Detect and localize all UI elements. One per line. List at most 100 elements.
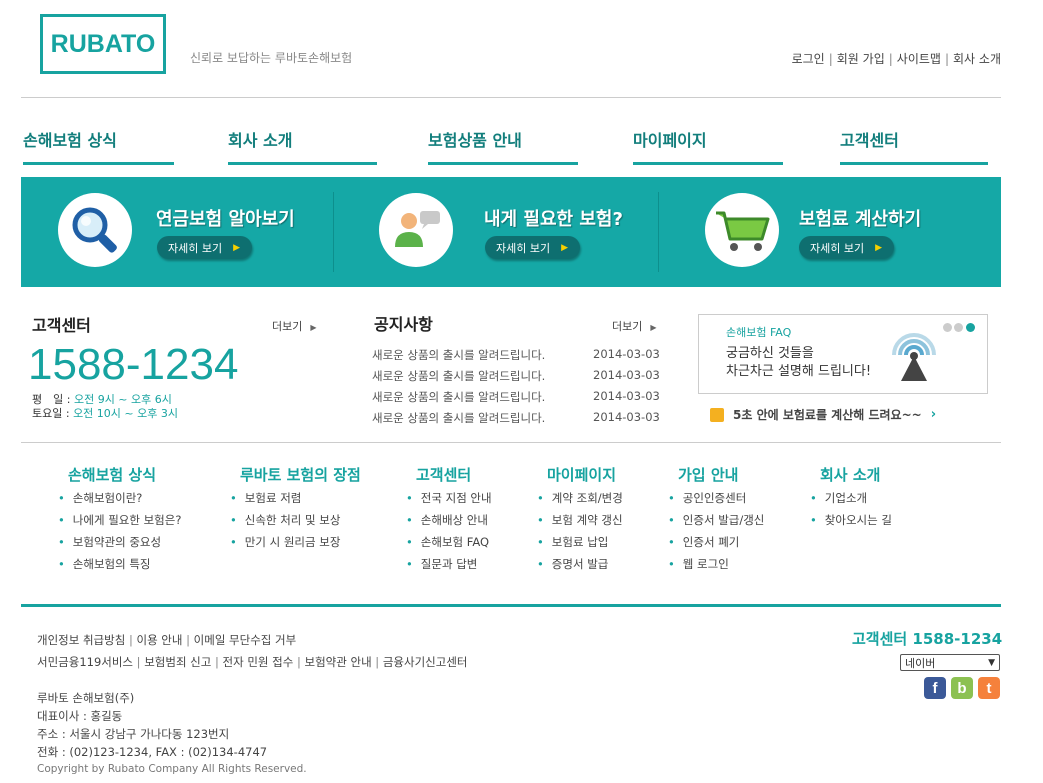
address-info: 주소 : 서울시 강남구 가나다동 123번지 bbox=[37, 727, 230, 741]
privacy-link[interactable]: 개인정보 취급방침 bbox=[37, 633, 125, 647]
notice-title: 공지사항 bbox=[374, 315, 433, 334]
sitemap-link[interactable]: • 손해보험 FAQ bbox=[406, 534, 489, 550]
terms-link[interactable]: 이용 안내 bbox=[136, 633, 182, 647]
sitemap-link[interactable]: • 신속한 처리 및 보상 bbox=[230, 512, 340, 528]
nav-item-mypage[interactable]: 마이페이지 bbox=[633, 127, 783, 165]
sitemap-link[interactable]: • 증명서 발급 bbox=[537, 556, 608, 572]
banner-detail-button-calc[interactable]: 자세히 보기 ▶ bbox=[799, 236, 895, 259]
slide-dot[interactable] bbox=[954, 323, 963, 332]
footer-links-row2: 서민금융119서비스 | 보험범죄 신고 | 전자 민원 접수 | 보험약관 안… bbox=[37, 655, 468, 669]
join-link[interactable]: 회원 가입 bbox=[837, 52, 885, 66]
play-icon: ▶ bbox=[561, 242, 569, 253]
footer-link[interactable]: 보험범죄 신고 bbox=[144, 655, 211, 669]
sitemap-link[interactable]: • 손해배상 안내 bbox=[406, 512, 488, 528]
nav-item-customer-center[interactable]: 고객센터 bbox=[840, 127, 988, 165]
sitemap-heading: 가입 안내 bbox=[678, 466, 739, 484]
footer-divider bbox=[21, 604, 1001, 607]
broadcast-icon bbox=[885, 329, 943, 391]
slide-dot[interactable] bbox=[943, 323, 952, 332]
magnifier-icon bbox=[58, 193, 132, 267]
sitemap-link[interactable]: • 나에게 필요한 보험은? bbox=[58, 512, 181, 528]
footer-link[interactable]: 서민금융119서비스 bbox=[37, 655, 133, 669]
sitemap-link[interactable]: • 계약 조회/변경 bbox=[537, 490, 623, 506]
company-link[interactable]: 회사 소개 bbox=[953, 52, 1001, 66]
copyright: Copyright by Rubato Company All Rights R… bbox=[37, 763, 307, 775]
nav-item-company[interactable]: 회사 소개 bbox=[228, 127, 377, 165]
sitemap-link[interactable]: • 찾아오시는 길 bbox=[810, 512, 892, 528]
sitemap-link[interactable]: • 질문과 답변 bbox=[406, 556, 477, 572]
company-name: 루바토 손해보험(주) bbox=[37, 691, 135, 705]
email-policy-link[interactable]: 이메일 무단수집 거부 bbox=[194, 633, 297, 647]
footer-link[interactable]: 전자 민원 접수 bbox=[223, 655, 294, 669]
slide-dot-active[interactable] bbox=[966, 323, 975, 332]
footer-links-row1: 개인정보 취급방침 | 이용 안내 | 이메일 무단수집 거부 bbox=[37, 633, 297, 647]
contact-info: 전화 : (02)123-1234, FAX : (02)134-4747 bbox=[37, 745, 268, 759]
calc-promo-link[interactable]: 5초 안에 보험료를 계산해 드려요~~ › bbox=[710, 406, 936, 423]
sitemap-link[interactable]: • 보험 계약 갱신 bbox=[537, 512, 623, 528]
banner-title-annuity: 연금보험 알아보기 bbox=[156, 209, 295, 230]
select-value: 네이버 bbox=[905, 656, 936, 670]
chevron-down-icon: ▼ bbox=[988, 657, 995, 668]
banner-divider bbox=[658, 192, 659, 272]
customer-center-more-link[interactable]: 더보기 ▶ bbox=[272, 318, 317, 334]
play-icon: ▶ bbox=[233, 242, 241, 253]
logo[interactable]: RUBATO bbox=[40, 14, 166, 74]
faq-title: 손해보험 FAQ bbox=[726, 326, 792, 339]
logo-text: RUBATO bbox=[50, 29, 156, 58]
sitemap-heading: 손해보험 상식 bbox=[68, 466, 157, 484]
faq-box[interactable]: 손해보험 FAQ 궁금하신 것들을 차근차근 설명해 드립니다! bbox=[698, 314, 988, 394]
notice-item[interactable]: 새로운 상품의 출시를 알려드립니다. 2014-03-03 bbox=[372, 368, 662, 384]
sitemap-link[interactable]: • 전국 지점 안내 bbox=[406, 490, 492, 506]
sitemap-link[interactable]: • 인증서 발급/갱신 bbox=[668, 512, 764, 528]
play-icon: ▶ bbox=[875, 242, 883, 253]
sitemap-heading: 마이페이지 bbox=[547, 466, 617, 484]
play-icon: ▶ bbox=[310, 323, 317, 332]
facebook-icon[interactable]: f bbox=[924, 677, 946, 699]
footer-customer-center: 고객센터 1588-1234 bbox=[852, 630, 1003, 648]
play-icon: ▶ bbox=[650, 323, 657, 332]
footer-link[interactable]: 보험약관 안내 bbox=[305, 655, 372, 669]
sitemap-heading: 회사 소개 bbox=[820, 466, 881, 484]
banner-title-needs: 내게 필요한 보험? bbox=[484, 209, 623, 230]
sitemap-link[interactable]: • 보험약관의 중요성 bbox=[58, 534, 161, 550]
banner-divider bbox=[333, 192, 334, 272]
nav-item-products[interactable]: 보험상품 안내 bbox=[428, 127, 578, 165]
divider bbox=[21, 442, 1001, 443]
slogan: 신뢰로 보답하는 루바토손해보험 bbox=[190, 51, 353, 65]
login-link[interactable]: 로그인 bbox=[792, 52, 825, 66]
sitemap-link[interactable]: • 기업소개 bbox=[810, 490, 867, 506]
sitemap-link[interactable]: • 공인인증센터 bbox=[668, 490, 746, 506]
saturday-hours: 토요일 : 오전 10시 ~ 오후 3시 bbox=[32, 407, 178, 420]
sitemap-heading: 루바토 보험의 장점 bbox=[240, 466, 361, 484]
nav-item-insurance-knowledge[interactable]: 손해보험 상식 bbox=[23, 127, 174, 165]
sitemap-link[interactable]: • 손해보험의 특징 bbox=[58, 556, 151, 572]
blog-icon[interactable]: b bbox=[951, 677, 973, 699]
twitter-icon[interactable]: t bbox=[978, 677, 1000, 699]
top-links: 로그인 | 회원 가입 | 사이트맵 | 회사 소개 bbox=[791, 52, 1001, 66]
banner-title-calc: 보험료 계산하기 bbox=[799, 209, 922, 230]
shopping-bag-icon bbox=[710, 407, 724, 422]
faq-description: 궁금하신 것들을 차근차근 설명해 드립니다! bbox=[726, 346, 872, 379]
promo-banner: 연금보험 알아보기 자세히 보기 ▶ 내게 필요한 보험? 자세히 보기 ▶ 보험료… bbox=[21, 177, 1001, 287]
person-chat-icon bbox=[379, 193, 453, 267]
sitemap-link[interactable]: • 손해보험이란? bbox=[58, 490, 142, 506]
divider bbox=[21, 97, 1001, 98]
sitemap-link[interactable]: • 인증서 폐기 bbox=[668, 534, 739, 550]
sitemap-heading: 고객센터 bbox=[416, 466, 472, 484]
footer-link[interactable]: 금융사기신고센터 bbox=[383, 655, 468, 669]
notice-more-link[interactable]: 더보기 ▶ bbox=[612, 318, 657, 334]
sitemap-link[interactable]: • 웹 로그인 bbox=[668, 556, 729, 572]
ceo-info: 대표이사 : 홍길동 bbox=[37, 709, 123, 723]
sitemap-link[interactable]: • 보험료 저렴 bbox=[230, 490, 301, 506]
notice-item[interactable]: 새로운 상품의 출시를 알려드립니다. 2014-03-03 bbox=[372, 410, 662, 426]
banner-detail-button-needs[interactable]: 자세히 보기 ▶ bbox=[485, 236, 581, 259]
banner-detail-button-annuity[interactable]: 자세히 보기 ▶ bbox=[157, 236, 253, 259]
notice-item[interactable]: 새로운 상품의 출시를 알려드립니다. 2014-03-03 bbox=[372, 389, 662, 405]
notice-item[interactable]: 새로운 상품의 출시를 알려드립니다. 2014-03-03 bbox=[372, 347, 662, 363]
family-site-select[interactable]: 네이버 ▼ bbox=[900, 654, 1000, 671]
sitemap-link[interactable]: • 만기 시 원리금 보장 bbox=[230, 534, 340, 550]
sitemap-link[interactable]: • 보험료 납입 bbox=[537, 534, 608, 550]
cart-icon bbox=[705, 193, 779, 267]
customer-center-phone: 1588-1234 bbox=[28, 340, 239, 389]
sitemap-link[interactable]: 사이트맵 bbox=[897, 52, 941, 66]
